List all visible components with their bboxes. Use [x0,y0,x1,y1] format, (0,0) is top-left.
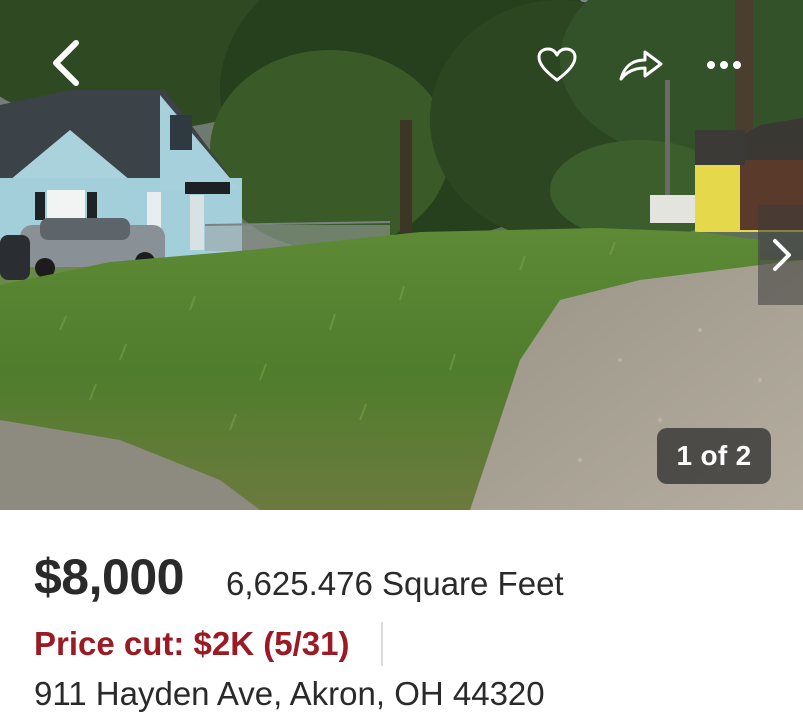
share-arrow-icon [619,50,663,81]
share-button[interactable] [612,38,670,92]
heart-icon [537,47,577,82]
divider [381,622,383,666]
more-dots-icon [707,61,741,69]
chevron-right-icon [772,239,791,271]
listing-price: $8,000 [34,549,184,605]
listing-photo[interactable]: 1 of 2 [0,0,803,510]
chevron-left-icon [53,40,79,86]
next-photo-button[interactable] [758,205,803,305]
more-options-button[interactable] [696,38,752,92]
price-cut-notice: Price cut: $2K (5/31) [34,625,350,662]
favorite-button[interactable] [530,38,584,92]
back-button[interactable] [40,35,96,91]
photo-counter: 1 of 2 [657,428,771,484]
lot-size: 6,625.476 Square Feet [226,565,564,602]
listing-address[interactable]: 911 Hayden Ave, Akron, OH 44320 [34,675,545,713]
